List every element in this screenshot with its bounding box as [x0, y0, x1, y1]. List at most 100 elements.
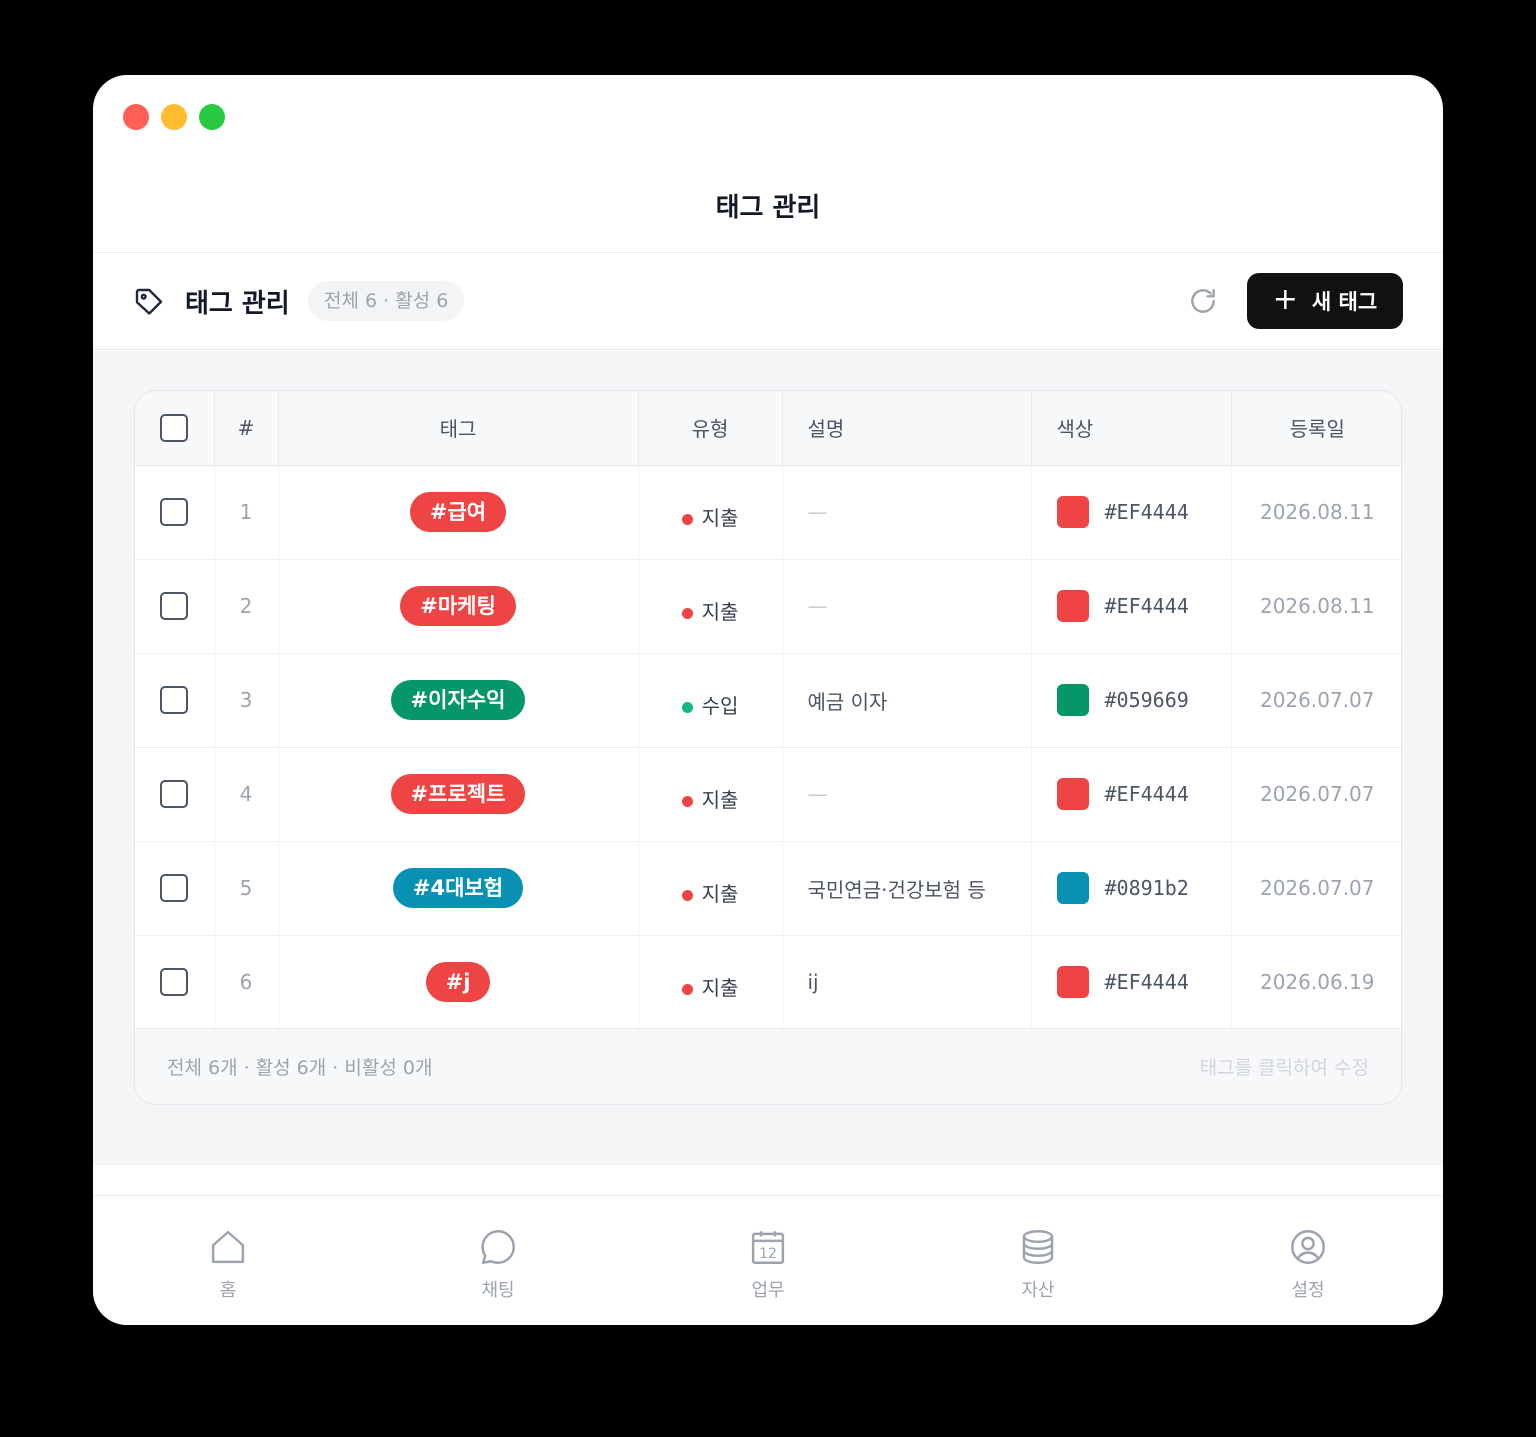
nav-item-tasks[interactable]: 12 업무 [633, 1196, 903, 1325]
nav-item-assets[interactable]: 자산 [903, 1196, 1173, 1325]
page-title: 태그 관리 [185, 289, 290, 319]
color-cell: #EF4444 [1031, 465, 1232, 559]
color-swatch [1056, 778, 1089, 810]
toolbar: 태그 관리 전체 6 · 활성 6 + 새 태그 [93, 253, 1443, 350]
nav-label-home: 홈 [219, 1280, 237, 1301]
description-cell: — [782, 747, 1032, 841]
type-dot [681, 513, 693, 525]
type-label: 지출 [701, 881, 739, 906]
nav-item-chat[interactable]: 채팅 [363, 1196, 633, 1325]
color-cell: #EF4444 [1031, 935, 1232, 1029]
date-cell: 2026.07.07 [1259, 688, 1375, 712]
close-window-button[interactable] [123, 104, 149, 130]
color-hex: #0891b2 [1104, 876, 1189, 900]
header-type: 유형 [638, 391, 783, 465]
row-checkbox[interactable] [160, 686, 189, 714]
table-header-row: # 태그 유형 설명 색상 등록일 [135, 391, 1401, 465]
refresh-icon[interactable] [1187, 285, 1219, 317]
type-dot [681, 607, 693, 619]
nav-item-home[interactable]: 홈 [93, 1196, 363, 1325]
nav-label-assets: 자산 [1021, 1280, 1055, 1301]
description-cell: — [782, 465, 1032, 559]
header-desc: 설명 [782, 391, 1032, 465]
new-tag-label: 새 태그 [1311, 290, 1378, 314]
user-circle-icon [1291, 1230, 1325, 1264]
row-checkbox[interactable] [160, 592, 189, 620]
tag-pill[interactable]: #프로젝트 [390, 774, 526, 814]
table-row[interactable]: 6 #j 지출 ij #EF4444 2026.06.19 [135, 935, 1401, 1029]
type-dot [681, 795, 693, 807]
tag-table: # 태그 유형 설명 색상 등록일 1 #급여 지출 — #EF4444 2026.08.… [135, 391, 1401, 1030]
color-cell: #EF4444 [1031, 559, 1232, 653]
color-cell: #0891b2 [1031, 841, 1232, 935]
tag-cell: #이자수익 [278, 653, 639, 747]
tag-pill[interactable]: #급여 [409, 492, 507, 532]
type-label: 지출 [701, 787, 739, 812]
row-checkbox[interactable] [160, 874, 189, 902]
description-cell: 예금 이자 [782, 653, 1032, 747]
calendar-icon: 12 [751, 1231, 785, 1264]
maximize-window-button[interactable] [199, 104, 225, 130]
row-number: 5 [214, 841, 279, 935]
footer-summary: 전체 6개 · 활성 6개 · 비활성 0개 [167, 1057, 433, 1079]
tag-pill[interactable]: #이자수익 [390, 680, 526, 720]
color-cell: #EF4444 [1031, 747, 1232, 841]
type-label: 지출 [701, 599, 739, 624]
color-cell: #059669 [1031, 653, 1232, 747]
description-cell: ij [782, 935, 1032, 1029]
select-all-cell [135, 391, 215, 465]
nav-label-settings: 설정 [1291, 1280, 1325, 1301]
row-checkbox[interactable] [160, 498, 189, 526]
tag-pill[interactable]: #4대보험 [392, 868, 524, 908]
row-select-cell [135, 559, 215, 653]
color-hex: #EF4444 [1104, 594, 1189, 618]
type-dot [681, 983, 693, 995]
table-row[interactable]: 5 #4대보험 지출 국민연금·건강보험 등 #0891b2 2026.07.07 [135, 841, 1401, 935]
date-cell: 2026.07.07 [1259, 782, 1375, 806]
tag-cell: #급여 [278, 465, 639, 559]
count-badge: 전체 6 · 활성 6 [308, 281, 465, 321]
tag-pill[interactable]: #j [425, 962, 491, 1002]
color-hex: #EF4444 [1104, 782, 1189, 806]
color-hex: #EF4444 [1104, 500, 1189, 524]
window-controls [123, 104, 225, 130]
tag-cell: #마케팅 [278, 559, 639, 653]
description-cell: 국민연금·건강보험 등 [782, 841, 1032, 935]
row-select-cell [135, 465, 215, 559]
minimize-window-button[interactable] [161, 104, 187, 130]
tag-table-card: # 태그 유형 설명 색상 등록일 1 #급여 지출 — #EF4444 2026.08.… [134, 390, 1402, 1105]
type-label: 지출 [701, 505, 739, 530]
header-date: 등록일 [1289, 417, 1345, 442]
header-tag: 태그 [278, 391, 639, 465]
nav-item-settings[interactable]: 설정 [1173, 1196, 1443, 1325]
footer-hint: 태그를 클릭하여 수정 [1199, 1057, 1369, 1079]
app-window: 태그 관리 태그 관리 전체 6 · 활성 6 + 새 태그 # 태그 유형 설… [93, 75, 1443, 1325]
type-label: 지출 [701, 975, 739, 1000]
row-select-cell [135, 653, 215, 747]
row-checkbox[interactable] [160, 968, 189, 996]
chat-icon [481, 1230, 515, 1264]
table-row[interactable]: 1 #급여 지출 — #EF4444 2026.08.11 [135, 465, 1401, 559]
header-color: 색상 [1031, 391, 1232, 465]
type-label: 수입 [701, 693, 739, 718]
new-tag-button[interactable]: + 새 태그 [1247, 273, 1403, 329]
description-cell: — [782, 559, 1032, 653]
color-hex: #059669 [1104, 688, 1189, 712]
table-row[interactable]: 4 #프로젝트 지출 — #EF4444 2026.07.07 [135, 747, 1401, 841]
window-title: 태그 관리 [715, 193, 821, 223]
row-number: 3 [214, 653, 279, 747]
nav-label-tasks: 업무 [751, 1280, 785, 1301]
type-cell: 지출 [638, 465, 783, 559]
date-cell: 2026.06.19 [1259, 970, 1375, 994]
table-footer: 전체 6개 · 활성 6개 · 비활성 0개 태그를 클릭하여 수정 [135, 1028, 1401, 1104]
calendar-badge: 12 [759, 1246, 777, 1262]
table-row[interactable]: 2 #마케팅 지출 — #EF4444 2026.08.11 [135, 559, 1401, 653]
row-number: 2 [214, 559, 279, 653]
table-row[interactable]: 3 #이자수익 수입 예금 이자 #059669 2026.07.07 [135, 653, 1401, 747]
type-cell: 지출 [638, 559, 783, 653]
tag-pill[interactable]: #마케팅 [400, 586, 516, 626]
type-cell: 지출 [638, 841, 783, 935]
select-all-checkbox[interactable] [160, 413, 189, 442]
tag-icon [135, 288, 163, 315]
row-checkbox[interactable] [160, 780, 189, 808]
